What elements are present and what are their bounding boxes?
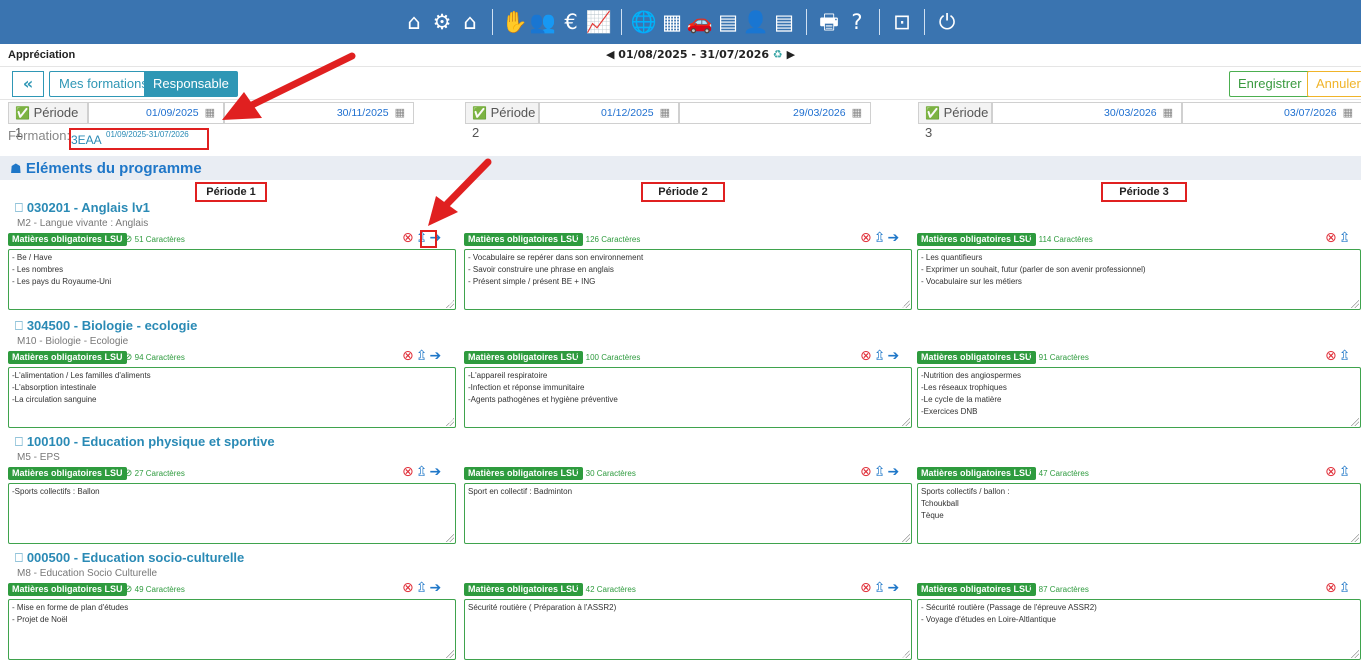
annotation-box-upload — [420, 230, 437, 248]
arrow-to-upload — [428, 158, 492, 226]
annotation-arrows — [222, 52, 492, 226]
arrow-to-formation — [222, 52, 356, 120]
